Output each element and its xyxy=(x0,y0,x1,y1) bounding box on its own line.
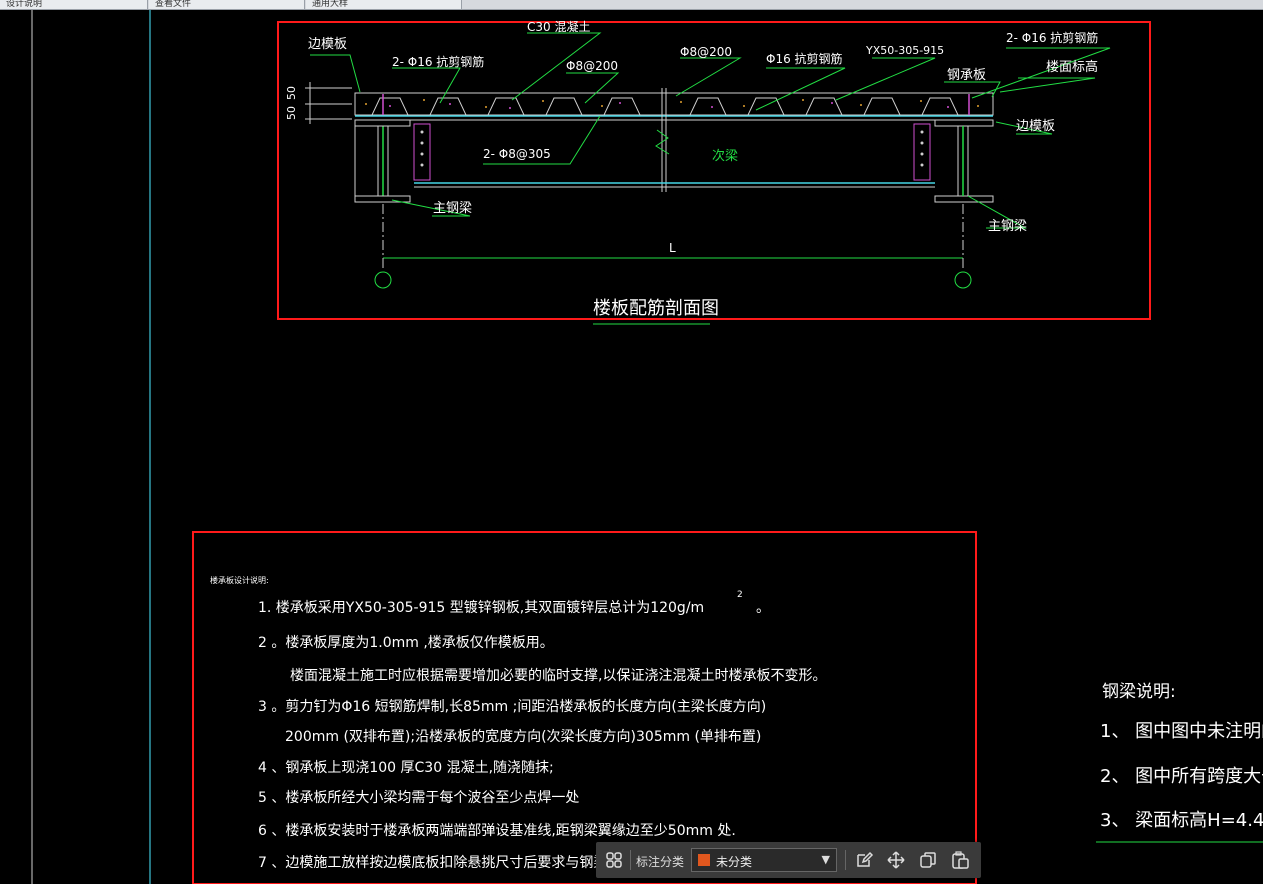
chevron-down-icon: ▼ xyxy=(821,853,830,866)
note-line-3b: 200mm (双排布置);沿楼承板的宽度方向(次梁长度方向)305mm (单排布… xyxy=(285,728,761,745)
note-line-2b: 楼面混凝土施工时应根据需要增加必要的临时支撑,以保证浇注混凝土时楼承板不变形。 xyxy=(290,667,826,684)
steel-note-3: 3、 梁面标高H=4.40 xyxy=(1100,810,1263,831)
dim-50-bottom: 50 xyxy=(285,106,298,120)
edit-icon[interactable] xyxy=(854,850,874,870)
tab-design-notes[interactable]: 设计说明 xyxy=(0,0,148,9)
label-shear-rebar-right: 2- Φ16 抗剪钢筋 xyxy=(1006,30,1098,45)
main-beam-left xyxy=(354,119,431,203)
category-selected-value: 未分类 xyxy=(716,855,753,869)
note-line-3: 3 。剪力钉为Φ16 短钢筋焊制,长85mm ;间距沿楼承板的长度方向(主梁长度… xyxy=(258,698,766,715)
label-deck-plate: 钢承板 xyxy=(947,68,986,83)
thickness-dimension xyxy=(305,82,352,124)
label-rebar-305: 2- Φ8@305 xyxy=(483,147,551,161)
label-rebar-200-mid: Φ8@200 xyxy=(680,45,732,59)
label-shear-rebar-mid: Φ16 抗剪钢筋 xyxy=(766,51,843,66)
notes-heading: 楼承板设计说明: xyxy=(210,575,269,585)
move-icon[interactable] xyxy=(886,850,906,870)
toolbar-separator xyxy=(845,850,846,870)
note-line-1: 1. 楼承板采用YX50-305-915 型镀锌钢板,其双面镀锌层总计为120g… xyxy=(258,599,704,616)
toolbar-separator xyxy=(630,850,631,870)
label-deck-type: YX50-305-915 xyxy=(865,44,944,57)
main-beam-right xyxy=(913,119,994,203)
note-line-1-end: 。 xyxy=(756,600,770,616)
label-rebar-200-left: Φ8@200 xyxy=(566,59,618,73)
slab-section xyxy=(354,88,994,192)
annotation-toolbar: 标注分类 未分类 ▼ xyxy=(596,842,981,878)
note-line-7: 7 、边模施工放样按边模底板扣除悬挑尺寸后要求与钢梁 xyxy=(258,855,607,871)
document-tab-bar: 设计说明 查看文件 通用大样 xyxy=(0,0,1263,10)
label-main-beam-right: 主钢梁 xyxy=(988,219,1027,234)
label-edge-form-right: 边模板 xyxy=(1016,119,1055,134)
note-superscript: 2 xyxy=(737,590,743,600)
steel-note-2: 2、 图中所有跨度大于7米 xyxy=(1100,766,1263,787)
note-line-6: 6 、楼承板安装时于楼承板两端端部弹设基准线,距钢梁翼缘边至少50mm 处. xyxy=(258,822,736,839)
annotation-category-label: 标注分类 xyxy=(636,855,685,869)
label-secondary-beam: 次梁 xyxy=(712,148,738,164)
note-line-4: 4 、钢承板上现浇100 厚C30 混凝土,随浇随抹; xyxy=(258,760,554,776)
label-concrete: C30 混凝土 xyxy=(527,19,590,34)
note-line-2: 2 。楼承板厚度为1.0mm ,楼承板仅作模板用。 xyxy=(258,635,554,651)
category-color-swatch xyxy=(698,854,710,866)
note-line-5: 5 、楼承板所经大小梁均需于每个波谷至少点焊一处 xyxy=(258,790,579,806)
copy-icon[interactable] xyxy=(918,850,938,870)
label-floor-elevation: 楼面标高 xyxy=(1046,59,1098,75)
label-main-beam-left: 主钢梁 xyxy=(433,201,472,216)
grid-menu-icon[interactable] xyxy=(604,850,624,870)
dim-50-top: 50 xyxy=(285,86,298,100)
cad-drawing-canvas[interactable]: 50 50 边模板 2- Φ16 抗剪钢筋 C30 混凝土 Φ8@200 Φ8@… xyxy=(0,10,1263,884)
tab-general-detail[interactable]: 通用大样 xyxy=(306,0,462,9)
section-title: 楼板配筋剖面图 xyxy=(593,298,719,319)
steel-note-1: 1、 图中图中未注明的角焊 xyxy=(1100,721,1263,742)
paste-icon[interactable] xyxy=(950,850,970,870)
tab-view-file[interactable]: 查看文件 xyxy=(149,0,305,9)
label-shear-rebar-left: 2- Φ16 抗剪钢筋 xyxy=(392,54,484,69)
label-span: L xyxy=(669,241,676,255)
secondary-beam xyxy=(414,182,935,188)
steel-notes-heading: 钢梁说明: xyxy=(1102,682,1176,702)
annotation-category-select[interactable]: 未分类 ▼ xyxy=(691,848,837,872)
label-edge-form: 边模板 xyxy=(308,37,347,52)
